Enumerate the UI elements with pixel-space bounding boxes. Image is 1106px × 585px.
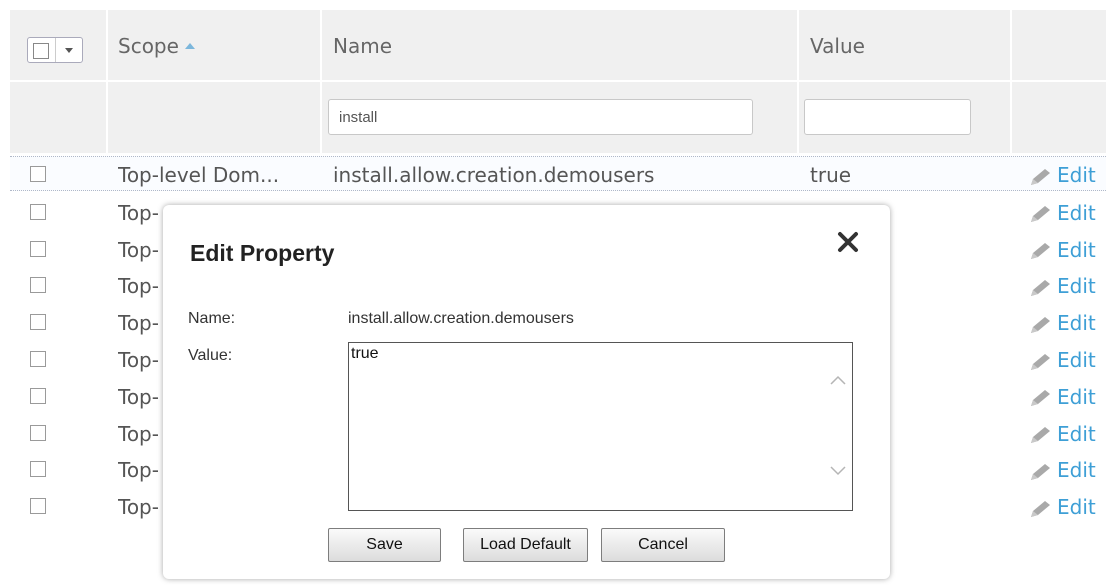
edit-label: Edit <box>1057 200 1096 225</box>
edit-label: Edit <box>1057 163 1096 187</box>
pencil-icon <box>1031 168 1050 185</box>
row-checkbox[interactable] <box>30 424 46 441</box>
pencil-icon <box>1031 353 1050 370</box>
row-checkbox[interactable] <box>30 166 46 182</box>
edit-link[interactable]: Edit <box>1028 458 1096 482</box>
name-filter-input[interactable]: install <box>328 99 753 135</box>
edit-label: Edit <box>1057 311 1096 336</box>
name-value: install.allow.creation.demousers <box>348 310 574 327</box>
edit-label: Edit <box>1057 421 1096 446</box>
edit-link[interactable]: Edit <box>1028 238 1096 262</box>
edit-label: Edit <box>1057 274 1096 299</box>
edit-link[interactable]: Edit <box>1028 163 1096 187</box>
select-all-checkbox-dropdown[interactable] <box>27 37 83 63</box>
select-all-checkbox[interactable] <box>33 43 49 59</box>
edit-link[interactable]: Edit <box>1028 495 1096 519</box>
column-header-value[interactable]: Value <box>810 34 865 58</box>
save-button[interactable]: Save <box>328 528 441 562</box>
header-divider <box>10 80 1106 82</box>
value-text: true <box>351 345 379 362</box>
edit-label: Edit <box>1057 495 1096 520</box>
edit-link[interactable]: Edit <box>1028 385 1096 409</box>
edit-link[interactable]: Edit <box>1028 311 1096 335</box>
name-label: Name: <box>188 310 236 327</box>
divider <box>55 38 56 62</box>
column-header-name[interactable]: Name <box>333 34 392 58</box>
pencil-icon <box>1031 463 1050 480</box>
textarea-scrollbar[interactable] <box>824 343 852 510</box>
row-checkbox[interactable] <box>30 387 46 404</box>
column-header-scope[interactable]: Scope <box>118 34 195 58</box>
edit-label: Edit <box>1057 348 1096 372</box>
value-textarea[interactable]: true <box>348 342 853 511</box>
row-checkbox[interactable] <box>30 351 46 367</box>
scroll-down-icon <box>830 466 846 476</box>
edit-label: Edit <box>1057 384 1096 409</box>
load-default-button[interactable]: Load Default <box>463 528 588 562</box>
row-checkbox[interactable] <box>30 240 46 257</box>
pencil-icon <box>1031 279 1050 296</box>
sort-ascending-icon <box>184 42 195 49</box>
table-row[interactable]: Top-level Dom... install.allow.creation.d… <box>10 156 1106 191</box>
close-icon[interactable] <box>835 229 861 255</box>
scroll-up-icon <box>830 375 846 385</box>
pencil-icon <box>1031 390 1050 407</box>
grid-header: Scope Name Value install <box>10 10 1106 153</box>
scope-cell: Top-level Dom... <box>118 163 280 187</box>
pencil-icon <box>1031 500 1050 517</box>
pencil-icon <box>1031 427 1050 444</box>
edit-link[interactable]: Edit <box>1028 348 1096 372</box>
row-checkbox[interactable] <box>30 314 46 331</box>
edit-property-dialog: Edit Property Name: install.allow.creati… <box>163 205 890 579</box>
value-label: Value: <box>188 347 233 364</box>
name-cell: install.allow.creation.demousers <box>333 163 655 187</box>
value-filter-input[interactable] <box>804 99 971 135</box>
cancel-button[interactable]: Cancel <box>601 528 725 562</box>
row-checkbox[interactable] <box>30 203 46 220</box>
edit-link[interactable]: Edit <box>1028 422 1096 446</box>
row-checkbox[interactable] <box>30 498 46 515</box>
edit-label: Edit <box>1057 237 1096 262</box>
pencil-icon <box>1031 206 1050 223</box>
pencil-icon <box>1031 316 1050 333</box>
edit-label: Edit <box>1057 458 1096 483</box>
edit-link[interactable]: Edit <box>1028 201 1096 225</box>
column-label: Scope <box>118 34 179 58</box>
chevron-down-icon[interactable] <box>65 48 73 53</box>
pencil-icon <box>1031 243 1050 260</box>
row-checkbox[interactable] <box>30 277 46 294</box>
row-checkbox[interactable] <box>30 461 46 478</box>
value-cell: true <box>810 163 852 187</box>
edit-link[interactable]: Edit <box>1028 274 1096 298</box>
dialog-title: Edit Property <box>190 240 335 266</box>
